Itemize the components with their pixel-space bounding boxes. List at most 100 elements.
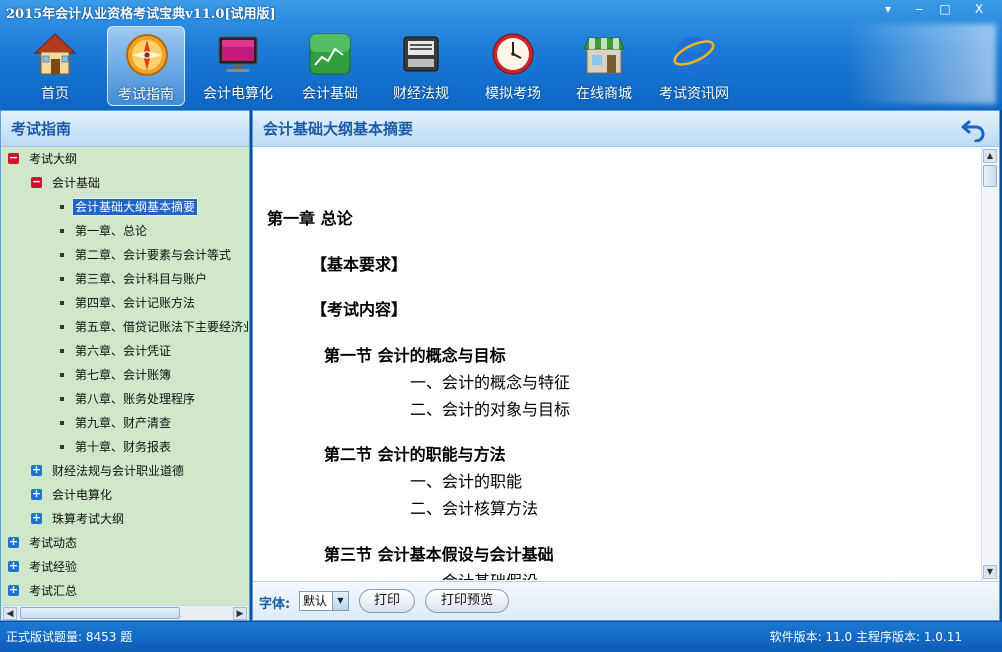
tree-item-label: 第七章、会计账簿 [75, 368, 172, 382]
close-button[interactable]: X [962, 0, 996, 20]
tree-item-label: 考试大纲 [29, 152, 78, 166]
toolbar-mock-exam[interactable]: 模拟考场 [474, 26, 552, 106]
ie-browser-icon [673, 36, 715, 74]
doc-section-heading: 【基本要求】 [311, 255, 408, 274]
collapse-icon[interactable]: − [31, 176, 42, 188]
tree-item-chapter-9[interactable]: 第九章、财产清查 [58, 412, 171, 434]
maximize-button[interactable]: □ [930, 0, 960, 20]
expand-icon[interactable]: + [31, 488, 42, 500]
expand-icon[interactable]: + [31, 464, 42, 476]
bullet-icon [60, 445, 64, 449]
tree-item-chapter-1[interactable]: 第一章、总论 [58, 220, 147, 242]
tree-item-finance-law-ethics[interactable]: + 财经法规与会计职业道德 [30, 460, 184, 482]
tree-item-label: 第五章、借贷记账法下主要经济业 [75, 320, 248, 334]
bullet-icon [60, 253, 64, 257]
toolbar-finance-regulations[interactable]: 财经法规 [382, 26, 460, 106]
tree-item-label: 第二章、会计要素与会计等式 [75, 248, 232, 262]
tree-item-computerized-accounting[interactable]: + 会计电算化 [30, 484, 112, 506]
tree-item-label: 第四章、会计记账方法 [75, 296, 196, 310]
window-title: 2015年会计从业资格考试宝典v11.0[试用版] [6, 7, 276, 22]
tree-item-label: 第一章、总论 [75, 224, 148, 238]
toolbar-computerized-accounting[interactable]: 会计电算化 [199, 26, 277, 106]
tree-item-label: 财经法规与会计职业道德 [52, 464, 185, 478]
tree-item-abacus-outline[interactable]: + 珠算考试大纲 [30, 508, 124, 530]
bullet-icon [60, 277, 64, 281]
toolbar-exam-news[interactable]: 考试资讯网 [655, 26, 733, 106]
tree-item-exam-experience[interactable]: + 考试经验 [7, 556, 77, 578]
question-count-status: 正式版试题量: 8453 题 [6, 630, 133, 644]
doc-section-heading: 【考试内容】 [311, 300, 408, 319]
title-toolbar: 2015年会计从业资格考试宝典v11.0[试用版] ▾ ‒ □ X 首页 考试指… [0, 0, 1002, 110]
font-select[interactable]: 默认 ▼ [299, 591, 349, 611]
tree-item-accounting-basics[interactable]: − 会计基础 [30, 172, 100, 194]
tree-item-label: 会计电算化 [52, 488, 113, 502]
bullet-icon [60, 349, 64, 353]
printer-icon [403, 36, 439, 72]
toolbar-online-shop[interactable]: 在线商城 [565, 26, 643, 106]
expand-icon[interactable]: + [8, 560, 19, 572]
content-title: 会计基础大纲基本摘要 [263, 120, 414, 138]
chart-board-icon [309, 33, 351, 75]
print-preview-button[interactable]: 打印预览 [425, 589, 509, 613]
version-status: 软件版本: 11.0 主程序版本: 1.0.11 [769, 630, 962, 644]
menu-dropdown-button[interactable]: ▾ [873, 0, 903, 20]
bullet-icon [60, 397, 64, 401]
sidebar-horizontal-scrollbar[interactable]: ◀ ▶ [2, 605, 248, 620]
shop-icon [583, 37, 625, 74]
monitor-icon [218, 36, 258, 72]
tree-item-chapter-3[interactable]: 第三章、会计科目与账户 [58, 268, 207, 290]
tree-item-chapter-8[interactable]: 第八章、账务处理程序 [58, 388, 195, 410]
tree-item-chapter-10[interactable]: 第十章、财务报表 [58, 436, 171, 458]
banner-area [846, 24, 996, 104]
scroll-up-arrow-icon[interactable]: ▲ [983, 149, 997, 163]
tree-item-label: 第六章、会计凭证 [75, 344, 172, 358]
tree-item-chapter-7[interactable]: 第七章、会计账簿 [58, 364, 171, 386]
sidebar-panel: 考试指南 − 考试大纲 − 会计基础 会计基础大纲基本摘要 第一章、总论 第二章… [0, 110, 250, 621]
toolbar-exam-guide-label: 考试指南 [118, 87, 174, 103]
tree-item-exam-outline[interactable]: − 考试大纲 [7, 148, 77, 170]
scroll-thumb[interactable] [20, 607, 180, 619]
scroll-thumb[interactable] [983, 165, 997, 187]
scroll-right-arrow-icon[interactable]: ▶ [233, 607, 247, 620]
expand-icon[interactable]: + [31, 512, 42, 524]
doc-chapter-heading: 第一章 总论 [267, 209, 353, 228]
toolbar-home-label: 首页 [41, 86, 69, 102]
font-select-value: 默认 [303, 594, 328, 608]
font-label: 字体: [259, 597, 291, 612]
content-title-bar: 会计基础大纲基本摘要 [253, 111, 999, 147]
print-button[interactable]: 打印 [359, 589, 415, 613]
collapse-icon[interactable]: − [8, 152, 19, 164]
house-icon [33, 33, 77, 75]
tree-item-exam-summary[interactable]: + 考试汇总 [7, 580, 77, 602]
content-bottom-toolbar: 字体: 默认 ▼ 打印 打印预览 [253, 581, 999, 620]
tree-item-label: 考试动态 [29, 536, 78, 550]
doc-node-heading: 第一节 会计的概念与目标 [324, 346, 506, 365]
tree-item-chapter-2[interactable]: 第二章、会计要素与会计等式 [58, 244, 231, 266]
tree-item-chapter-5[interactable]: 第五章、借贷记账法下主要经济业 [58, 316, 248, 338]
toolbar-accounting-basics[interactable]: 会计基础 [291, 26, 369, 106]
expand-icon[interactable]: + [8, 536, 19, 548]
compass-icon [126, 34, 168, 76]
content-vertical-scrollbar[interactable]: ▲ ▼ [981, 148, 998, 580]
scroll-down-arrow-icon[interactable]: ▼ [983, 565, 997, 579]
tree-item-label: 第十章、财务报表 [75, 440, 172, 454]
doc-node-heading: 第二节 会计的职能与方法 [324, 445, 506, 464]
toolbar-accounting-basics-label: 会计基础 [302, 86, 358, 102]
tree-item-exam-news[interactable]: + 考试动态 [7, 532, 77, 554]
sidebar-title: 考试指南 [1, 111, 249, 147]
toolbar-exam-guide[interactable]: 考试指南 [107, 26, 185, 106]
bullet-icon [60, 325, 64, 329]
tree-item-chapter-4[interactable]: 第四章、会计记账方法 [58, 292, 195, 314]
doc-item: 一、会计基础假设 [410, 568, 538, 580]
scroll-left-arrow-icon[interactable]: ◀ [3, 607, 17, 620]
expand-icon[interactable]: + [8, 584, 19, 596]
tree-item-chapter-6[interactable]: 第六章、会计凭证 [58, 340, 171, 362]
chevron-down-icon[interactable]: ▼ [332, 592, 348, 610]
tree-item-label: 第九章、财产清查 [75, 416, 172, 430]
tree-item-label: 考试汇总 [29, 584, 78, 598]
toolbar-home[interactable]: 首页 [16, 26, 94, 106]
bullet-icon [60, 301, 64, 305]
tree-item-outline-summary[interactable]: 会计基础大纲基本摘要 [58, 196, 199, 218]
back-arrow-icon[interactable] [961, 116, 987, 142]
doc-item: 二、会计核算方法 [410, 499, 539, 518]
